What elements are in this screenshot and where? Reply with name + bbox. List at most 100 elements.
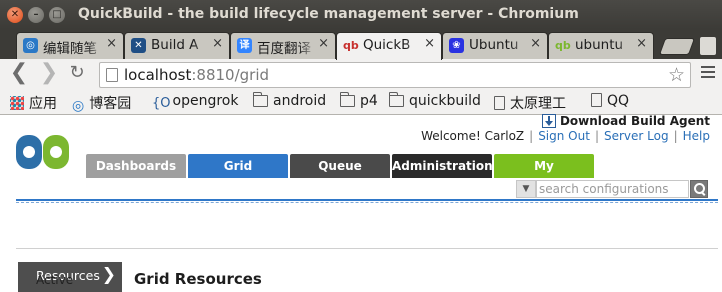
- bookmark-label: quickbuild: [409, 93, 481, 109]
- tab-label: QuickB: [363, 37, 411, 53]
- tab-edit-essay[interactable]: ◎ 编辑随笔 ×: [16, 32, 124, 59]
- tab-strip: ◎ 编辑随笔 × ✕ Build A × 译 百度翻译 × qb QuickB …: [0, 29, 722, 60]
- bookmark-label: 博客园: [89, 96, 132, 112]
- logo-hole: [23, 146, 35, 158]
- quickbuild-logo[interactable]: [16, 135, 70, 169]
- url-text[interactable]: localhost:8810/grid: [124, 66, 269, 84]
- url-host: localhost: [124, 66, 192, 84]
- folder-icon: [339, 92, 355, 107]
- url-path: :8810/grid: [191, 66, 270, 84]
- bookmark-tyut[interactable]: 太原理工: [494, 93, 566, 113]
- tab-close-icon[interactable]: ×: [318, 36, 329, 51]
- reload-icon[interactable]: ↻: [66, 63, 88, 85]
- content-divider: [16, 248, 718, 249]
- tab-close-icon[interactable]: ×: [424, 36, 435, 51]
- tab-label: ubuntu: [575, 37, 624, 53]
- window-minimize-icon[interactable]: –: [28, 7, 44, 23]
- forward-arrow-icon[interactable]: ❯: [38, 62, 60, 85]
- bookmark-label: p4: [360, 93, 378, 109]
- tab-overflow-button[interactable]: [700, 37, 716, 55]
- window-title: QuickBuild - the build lifecycle managem…: [78, 6, 579, 22]
- download-build-agent-link[interactable]: Download Build Agent: [541, 114, 710, 128]
- bookmark-p4[interactable]: p4: [339, 92, 378, 109]
- tab-fade: [405, 33, 423, 60]
- separator: |: [529, 129, 534, 143]
- bookmarks-bar: 应用 ◎ 博客园 {O opengrok android p4 quickbuild…: [0, 91, 722, 115]
- bookmark-quickbuild[interactable]: quickbuild: [388, 92, 481, 109]
- nav-tab-my[interactable]: My: [494, 154, 594, 178]
- bookmark-android[interactable]: android: [252, 92, 327, 109]
- browser-toolbar: ❮ ❯ ↻ localhost:8810/grid ☆: [0, 59, 722, 91]
- bookmark-label: android: [273, 93, 327, 109]
- sign-out-link[interactable]: Sign Out: [538, 129, 590, 143]
- page-icon: [106, 68, 118, 82]
- header-divider-dashed: [16, 202, 718, 203]
- new-tab-button[interactable]: [658, 38, 696, 55]
- cnblogs-icon: ◎: [23, 38, 38, 53]
- tab-label: Build A: [151, 37, 199, 53]
- cnblogs-icon: ◎: [72, 98, 85, 114]
- nav-tab-grid[interactable]: Grid: [188, 154, 288, 178]
- help-link[interactable]: Help: [683, 129, 710, 143]
- quickbuild-icon: qb: [343, 39, 359, 52]
- tab-close-icon[interactable]: ×: [530, 36, 541, 51]
- separator: |: [673, 129, 678, 143]
- bookmark-apps[interactable]: 应用: [10, 93, 57, 113]
- bookmark-opengrok[interactable]: {O opengrok: [152, 93, 238, 111]
- tab-close-icon[interactable]: ×: [636, 36, 647, 51]
- page-icon: [494, 96, 505, 110]
- window-close-icon[interactable]: ✕: [7, 7, 23, 23]
- hamburger-menu-icon[interactable]: [701, 66, 715, 82]
- nav-tab-dashboards[interactable]: Dashboards: [86, 154, 186, 178]
- search-scope-dropdown[interactable]: ▼: [516, 180, 536, 198]
- baidu-paw-icon: ❀: [449, 38, 464, 53]
- window-maximize-icon[interactable]: □: [49, 7, 65, 23]
- nav-tab-administration[interactable]: Administration: [392, 154, 493, 178]
- user-links: Welcome! CarloZ | Sign Out | Server Log | Help: [421, 129, 710, 143]
- address-bar[interactable]: localhost:8810/grid ☆: [99, 62, 691, 88]
- bookmark-label: QQ: [607, 93, 630, 109]
- chevron-right-icon: ❯: [101, 265, 116, 285]
- configuration-search: ▼: [516, 180, 710, 198]
- back-arrow-icon[interactable]: ❮: [8, 62, 30, 85]
- baidu-translate-icon: 译: [237, 38, 252, 53]
- bookmark-label: 太原理工: [510, 96, 566, 112]
- header-divider: [16, 199, 718, 201]
- page-icon: [591, 93, 602, 107]
- tab-fade: [87, 33, 105, 59]
- search-icon[interactable]: [690, 180, 708, 198]
- tab-ubuntu-baidu[interactable]: ❀ Ubuntu ×: [442, 32, 548, 59]
- download-label: Download Build Agent: [559, 114, 710, 128]
- folder-icon: [252, 92, 268, 107]
- quickbuild-icon: qb: [555, 39, 571, 52]
- separator: |: [594, 129, 599, 143]
- tab-build-a[interactable]: ✕ Build A ×: [124, 32, 230, 59]
- bookmark-qq[interactable]: QQ: [591, 93, 629, 109]
- tab-close-icon[interactable]: ×: [212, 36, 223, 51]
- nav-tab-queue[interactable]: Queue: [290, 154, 390, 178]
- server-log-link[interactable]: Server Log: [604, 129, 669, 143]
- page-content: Welcome! CarloZ | Sign Out | Server Log | Help…: [0, 116, 722, 278]
- bookmark-cnblogs[interactable]: ◎ 博客园: [72, 93, 131, 114]
- window-titlebar: ✕ – □ QuickBuild - the build lifecycle m…: [0, 0, 722, 29]
- opengrok-icon: {O: [152, 96, 171, 111]
- jira-icon: ✕: [131, 38, 146, 53]
- tab-ubuntu-quickbuild[interactable]: qb ubuntu ×: [548, 32, 654, 59]
- bookmark-star-icon[interactable]: ☆: [668, 64, 685, 86]
- tab-close-icon[interactable]: ×: [106, 36, 117, 51]
- search-input[interactable]: [536, 180, 689, 198]
- tab-fade: [511, 33, 529, 59]
- bookmark-label: 应用: [29, 96, 57, 112]
- apps-icon: [10, 96, 24, 110]
- tab-baidu-translate[interactable]: 译 百度翻译 ×: [230, 32, 336, 59]
- bookmark-label: opengrok: [172, 93, 239, 109]
- tab-quickbuild[interactable]: qb QuickB ×: [336, 32, 442, 60]
- download-icon: [541, 114, 556, 128]
- sidebar-item-active[interactable]: Active: [36, 273, 73, 287]
- tab-fade: [617, 33, 635, 59]
- tab-fade: [193, 33, 211, 59]
- folder-icon: [388, 92, 404, 107]
- page-title: Grid Resources: [134, 270, 262, 288]
- welcome-text: Welcome! CarloZ: [421, 129, 525, 143]
- tab-fade: [299, 33, 317, 59]
